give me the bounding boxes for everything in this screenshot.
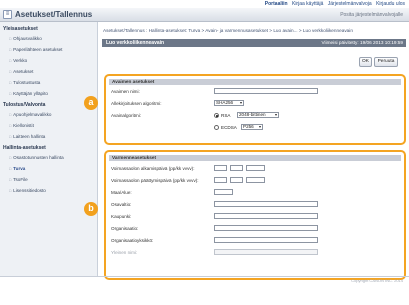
valid-to-label: Voimassaolon päättymispäivä (pp/kk vvvv)… (111, 178, 199, 183)
sidebar-item-print[interactable]: Tulostustusta (9, 80, 40, 85)
app-header: ≡ Asetukset/Tallennus Posita järjestelmä… (0, 8, 409, 22)
common-name-input[interactable] (214, 249, 318, 255)
ecdsa-curve-select[interactable]: P256 (241, 124, 263, 130)
rsa-label: RSA (221, 113, 231, 118)
sidebar-item-utility-menu[interactable]: Apuohjelmavalikko (9, 112, 51, 117)
key-name-label: Avaimen nimi: (111, 89, 140, 94)
top-links: Portaaliin Kirjaa käyttäjä Järjestelmänv… (262, 1, 405, 7)
sidebar-item-tsofile[interactable]: TsoFile (9, 177, 28, 182)
organization-unit-label: Organisaatioyksikkö: (111, 238, 154, 243)
callout-a-badge: a (84, 96, 98, 110)
ecdsa-label: ECDSA (221, 125, 237, 130)
portal-link[interactable]: Portaaliin (265, 1, 288, 7)
rsa-radio[interactable] (214, 113, 219, 118)
sidebar-item-deny-lists[interactable]: Kiellonistit (9, 123, 34, 128)
valid-to-year-input[interactable] (246, 177, 265, 183)
city-input[interactable] (214, 213, 318, 219)
organization-input[interactable] (214, 225, 318, 231)
valid-from-label: Voimassaolon alkamispäivä (pp/kk vvvv): (111, 166, 195, 171)
country-input[interactable] (214, 189, 233, 195)
logout-link[interactable]: Kirjaudu ulos (376, 1, 405, 7)
app-title: Asetukset/Tallennus (15, 10, 93, 19)
key-algorithm-label: Avainalgoritmi: (111, 113, 142, 118)
sidebar-item-device-management[interactable]: Laitteen hallinta (9, 134, 45, 139)
sidebar-item-security[interactable]: Turva (9, 166, 25, 171)
sidebar: Yleisasetukset Ohjausvalikko Paperilähte… (0, 22, 98, 276)
sidebar-item-license-file[interactable]: Lisenssitiedosto (9, 188, 46, 193)
breadcrumb: Asetukset/Tallennus : Hallinta-asetukset… (103, 28, 353, 33)
valid-to-month-input[interactable] (230, 177, 243, 183)
settings-logo-icon: ≡ (3, 10, 12, 19)
certificate-settings-panel: Varmenneasetukset Voimassaolon alkamispä… (104, 150, 406, 280)
common-name-label: Yleinen nimi: (111, 250, 138, 255)
sidebar-item-paper-source[interactable]: Paperilähteen asetukset (9, 47, 62, 52)
sidebar-item-settings[interactable]: Asetukset (9, 69, 33, 74)
state-input[interactable] (214, 201, 318, 207)
key-name-input[interactable] (214, 88, 318, 94)
callout-b-badge: b (84, 202, 98, 216)
signature-algorithm-label: Allekirjoituksen algoritmi: (111, 101, 162, 106)
organization-unit-input[interactable] (214, 237, 318, 243)
last-updated: Viimeisi päivitetty: 19/06 2013 10:19:59 (321, 40, 403, 45)
sidebar-item-department-id[interactable]: Osastotunnusten hallinta (9, 155, 64, 160)
valid-from-year-input[interactable] (246, 165, 265, 171)
organization-label: Organisaatio: (111, 226, 139, 231)
sidebar-group-print-monitor[interactable]: Tulostus/Valvonta (3, 102, 45, 108)
ok-button[interactable]: OK (359, 57, 372, 67)
rsa-bit-select[interactable]: 2048-bittinen (237, 112, 279, 118)
copyright-text: Copyright CANON INC. 2014 (351, 278, 403, 283)
country-label: Maa/Alue: (111, 190, 132, 195)
page-title-bar: Luo verkkoliikenneavain Viimeisi päivite… (102, 39, 406, 47)
sidebar-group-general[interactable]: Yleisasetukset (3, 26, 38, 32)
key-settings-header: Avaimen asetukset (109, 79, 401, 85)
main-content: Asetukset/Tallennus : Hallinta-asetukset… (84, 22, 409, 280)
signature-algorithm-select[interactable]: SHA256 (214, 100, 244, 106)
sidebar-group-management[interactable]: Hallinta-asetukset (3, 145, 46, 151)
certificate-settings-header: Varmenneasetukset (109, 155, 401, 161)
key-settings-panel: Avaimen asetukset Avaimen nimi: Allekirj… (104, 74, 406, 145)
top-link-bar: Portaaliin Kirjaa käyttäjä Järjestelmänv… (0, 0, 409, 8)
mail-admin-link[interactable]: Posita järjestelmänvalvojalle (340, 12, 403, 18)
valid-to-day-input[interactable] (214, 177, 227, 183)
mail-to-admin-link[interactable]: Kirjaa käyttäjä (292, 1, 323, 7)
city-label: Kaupunki: (111, 214, 132, 219)
footer-divider (0, 276, 409, 277)
sidebar-item-user-maintenance[interactable]: Käyttäjän ylläpito (9, 91, 48, 96)
ecdsa-radio[interactable] (214, 125, 219, 130)
page-title: Luo verkkoliikenneavain (106, 40, 165, 46)
state-label: Osavaltio: (111, 202, 132, 207)
cancel-button[interactable]: Peruuta (374, 57, 398, 67)
valid-from-day-input[interactable] (214, 165, 227, 171)
valid-from-month-input[interactable] (230, 165, 243, 171)
admin-link[interactable]: Järjestelmänvalvoja (328, 1, 372, 7)
sidebar-item-network[interactable]: Verkko (9, 58, 27, 63)
sidebar-item-control-menu[interactable]: Ohjausvalikko (9, 36, 42, 41)
